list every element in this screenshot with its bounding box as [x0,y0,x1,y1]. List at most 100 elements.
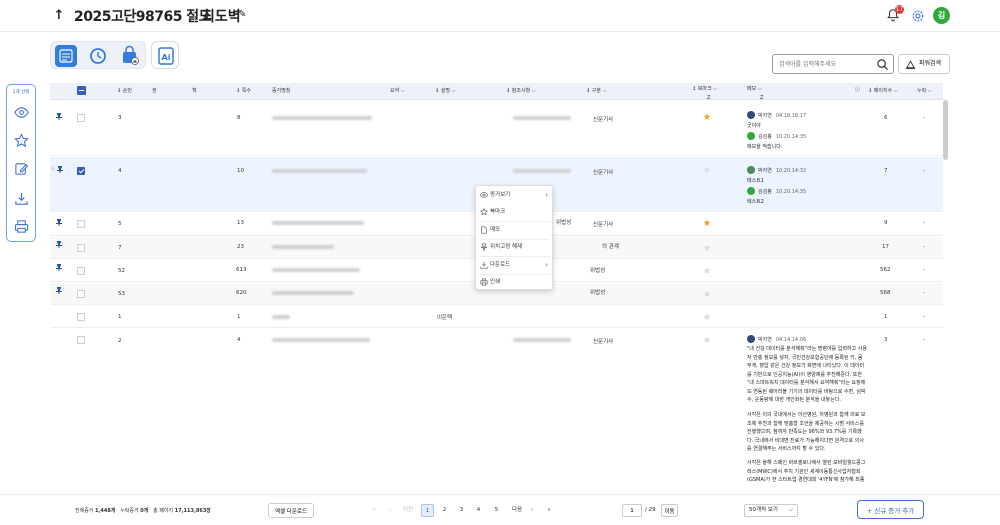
notification-badge: 17 [895,5,904,14]
col-cumulative[interactable]: 누락 ⌵ [917,87,932,94]
cell-cumulative: - [923,220,925,226]
back-arrow-icon[interactable]: ↑ [50,7,68,25]
submenu-arrow-icon: › [545,191,548,199]
cell-page-count: 17 [882,244,889,250]
page-number-input[interactable] [622,504,642,517]
search-input[interactable] [779,58,875,71]
col-reference[interactable]: ↕ 참조사항 ⌵ [506,87,536,94]
memo-author: 박지연 04.14.14:06 [758,337,807,343]
add-evidence-button[interactable]: + 신규 증거 추가 [857,500,924,519]
col-page[interactable]: ↕ 쪽수 [236,87,251,94]
col-volume[interactable]: 권 [152,87,157,94]
pin-icon[interactable] [57,166,63,173]
page-button-1[interactable]: 1 [421,504,434,517]
row-checkbox[interactable] [77,267,85,275]
page-button-2[interactable]: 2 [438,504,451,517]
memo-text: 메모을 적습니다. [747,144,783,150]
pin-icon[interactable] [56,264,62,271]
cell-cumulative: - [923,267,925,273]
drag-handle-icon[interactable]: ⠿ [51,167,55,173]
row-checkbox[interactable] [77,220,85,228]
star-filled-icon[interactable] [703,219,711,227]
col-memo[interactable]: 메모 ⌵ [747,85,762,92]
pin-icon[interactable] [56,113,62,120]
next-page-button[interactable]: 다음 [508,504,526,517]
col-summary[interactable]: 요약 ⌵ [390,87,405,94]
star-empty-icon[interactable] [703,267,711,275]
col-description[interactable]: ↕ 설명 ⌵ [435,87,455,94]
ctx-download[interactable]: 다운로드 › [476,257,554,273]
pin-icon[interactable] [56,219,62,226]
row-checkbox[interactable] [77,313,85,321]
search-icon[interactable] [876,58,889,71]
eye-icon[interactable] [14,105,29,120]
cell-cumulative: - [923,168,925,174]
star-icon[interactable] [14,133,29,148]
memo-icon [481,226,487,234]
view-toolbar [50,41,146,69]
pin-icon[interactable] [56,287,62,294]
select-all-checkbox[interactable] [77,86,86,95]
row-checkbox[interactable] [77,244,85,252]
ctx-memo[interactable]: 메모 [476,222,554,238]
col-evidence[interactable]: 증거명칭 [272,87,290,94]
next-arrow-button[interactable]: › [528,504,536,517]
secure-bag-button[interactable] [119,45,141,67]
col-category[interactable]: ↕ 구분 ⌵ [586,87,606,94]
history-button[interactable] [87,45,109,67]
prev-page-button[interactable]: 이전 [399,504,417,517]
star-empty-icon[interactable] [703,290,711,298]
bag-lock-icon [123,45,139,65]
star-filled-icon[interactable] [703,113,711,121]
col-page-count[interactable]: ↕ 페이지수 ⌵ [868,87,898,94]
page-button-3[interactable]: 3 [455,504,468,517]
memo-author: 박지연 10.20.14:32 [758,168,807,174]
row-checkbox[interactable] [77,114,85,122]
ai-button[interactable]: Ai [151,41,179,69]
cell-page: 1 [237,314,241,320]
first-page-button[interactable]: « [370,504,378,517]
redacted-reference [513,116,571,120]
page-button-4[interactable]: 4 [472,504,485,517]
ctx-view-evidence[interactable]: 증거보기 › [476,187,554,203]
ctx-unpin[interactable]: 위치고정 해제 [476,239,554,255]
list-view-button[interactable] [55,45,77,67]
row-checkbox[interactable] [77,336,85,344]
user-avatar[interactable]: 김 [933,7,950,24]
info-icon[interactable]: ⓘ [855,86,860,93]
row-checkbox[interactable] [77,167,85,175]
title-divider [194,10,195,22]
power-search-button[interactable]: 파워검색 [898,54,950,74]
pin-icon[interactable] [56,241,62,248]
ctx-print[interactable]: 인쇄 [476,274,554,290]
star-empty-icon[interactable] [703,336,711,344]
ctx-bookmark[interactable]: 북마크 [476,204,554,220]
chevron-down-icon: ⌵ [788,507,793,513]
col-order[interactable]: ↕ 순번 [117,87,132,94]
col-bookmark[interactable]: ↕ 북마크 ⌵ [692,85,717,92]
table-row[interactable]: 1 1 이은택 1 - [50,306,943,328]
table-row[interactable]: 3 8 신문기사 박지연 04.18.18:17 굿이야 김성봉 10.20.14:… [50,101,943,156]
edit-title-icon[interactable]: ✎ [238,9,246,20]
gear-icon[interactable] [911,9,925,23]
cell-order: 4 [118,168,122,174]
print-icon[interactable] [14,219,29,234]
defendant-name: 최도벽 [202,9,241,25]
star-empty-icon[interactable] [703,244,711,252]
prev-arrow-button[interactable]: ‹ [386,504,394,517]
download-icon[interactable] [14,191,29,206]
page-button-5[interactable]: 5 [490,504,503,517]
go-page-button[interactable]: 이동 [661,504,678,517]
star-empty-icon[interactable] [703,166,711,174]
last-page-button[interactable]: » [545,504,553,517]
cell-order: 53 [118,291,125,297]
excel-download-button[interactable]: 엑셀 다운로드 [268,503,314,518]
cell-category: 신문기사 [593,170,614,176]
table-scrollbar[interactable] [943,100,948,160]
edit-icon[interactable] [14,161,29,176]
per-page-select[interactable]: 50개씩 보기 ⌵ [744,504,798,517]
table-row[interactable]: 2 4 신문기사 박지연 04.14.14:06 "내 건강 데이터를 분석해줘"… [50,329,943,490]
row-checkbox[interactable] [77,290,85,298]
star-empty-icon[interactable] [703,313,711,321]
col-book[interactable]: 책 [192,87,197,94]
